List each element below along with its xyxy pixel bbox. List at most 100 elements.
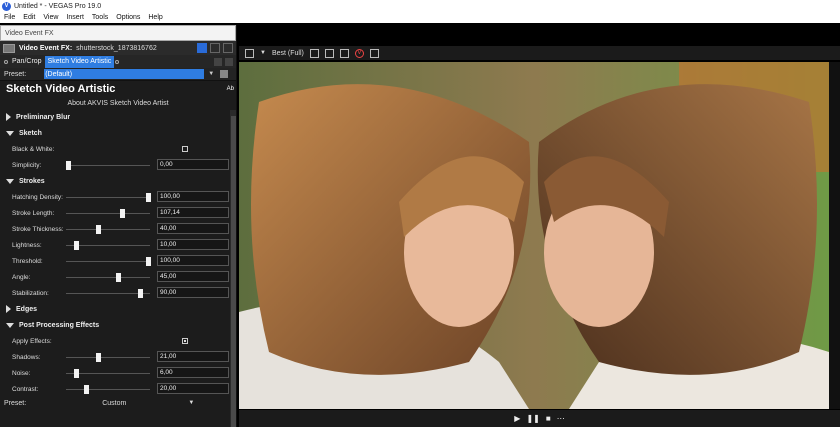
param-label: Stroke Length:: [12, 209, 55, 217]
add-fx-icon[interactable]: [214, 57, 222, 66]
video-event-fx-panel: Video Event FX Video Event FX: shutterst…: [0, 25, 237, 427]
preview-toolbar: ▼ Best (Full) V: [239, 46, 840, 60]
threshold-value-field[interactable]: 100,00: [157, 255, 229, 266]
chevron-down-icon[interactable]: ▼: [260, 50, 266, 56]
menu-options[interactable]: Options: [112, 14, 144, 21]
chain-view-icon[interactable]: [223, 43, 233, 53]
shadows-value-field[interactable]: 21,00: [157, 351, 229, 362]
bottom-preset-select[interactable]: Custom: [102, 400, 126, 407]
hatching-density-value-field[interactable]: 100,00: [157, 191, 229, 202]
more-icon[interactable]: ⋯: [557, 414, 565, 423]
bottom-preset-row: Preset: Custom ▼: [0, 397, 236, 409]
scrollbar-thumb[interactable]: [231, 116, 236, 427]
stroke-thickness-slider-thumb[interactable]: [95, 225, 101, 234]
preset-row: Preset: (Default) ▼: [0, 68, 236, 81]
angle-value-field[interactable]: 45,00: [157, 271, 229, 282]
slider-track[interactable]: [66, 389, 150, 390]
slider-track[interactable]: [66, 261, 150, 262]
slider-track[interactable]: [66, 357, 150, 358]
section-sketch[interactable]: Sketch: [0, 125, 236, 141]
noise-value-field[interactable]: 6,00: [157, 367, 229, 378]
shadows-slider-thumb[interactable]: [96, 353, 102, 362]
slider-track[interactable]: [66, 165, 150, 166]
slider-track[interactable]: [66, 229, 150, 230]
chain-item-pan-crop[interactable]: Pan/Crop: [9, 58, 45, 65]
section-strokes[interactable]: Strokes: [0, 173, 236, 189]
save-snapshot-icon[interactable]: [339, 48, 349, 58]
transport-bar: ▶ ❚❚ ■ ⋯: [239, 410, 840, 427]
remove-fx-icon[interactable]: [225, 57, 233, 66]
menu-insert[interactable]: Insert: [62, 14, 88, 21]
chain-node-icon: [115, 59, 120, 64]
menu-file[interactable]: File: [0, 14, 19, 21]
menu-view[interactable]: View: [39, 14, 62, 21]
param-lightness: Lightness: 10,00: [0, 237, 236, 253]
param-angle: Angle: 45,00: [0, 269, 236, 285]
settings-icon[interactable]: [369, 48, 379, 58]
black-white-checkbox[interactable]: [182, 146, 188, 152]
contrast-slider-thumb[interactable]: [83, 385, 89, 394]
stroke-length-value-field[interactable]: 107,14: [157, 207, 229, 218]
fx-panel-scrollbar[interactable]: [230, 110, 236, 427]
menu-tools[interactable]: Tools: [88, 14, 112, 21]
lightness-value-field[interactable]: 10,00: [157, 239, 229, 250]
chevron-down-icon[interactable]: ▼: [208, 71, 214, 77]
about-short[interactable]: Ab: [227, 86, 236, 92]
copy-snapshot-icon[interactable]: [324, 48, 334, 58]
simplicity-value-field[interactable]: 0,00: [157, 159, 229, 170]
vegas-v-icon[interactable]: V: [354, 48, 364, 58]
fx-window-title: Video Event FX: [0, 25, 236, 41]
preview-frame-image: [239, 62, 829, 409]
preset-select[interactable]: (Default): [44, 69, 205, 79]
video-preview[interactable]: [239, 62, 829, 409]
simplicity-slider-thumb[interactable]: [66, 161, 71, 170]
param-label: Hatching Density:: [12, 193, 63, 201]
stroke-length-slider-thumb[interactable]: [120, 209, 126, 218]
section-label: Edges: [16, 305, 38, 313]
menu-edit[interactable]: Edit: [19, 14, 39, 21]
pause-icon[interactable]: ❚❚: [526, 414, 539, 423]
section-edges[interactable]: Edges: [0, 301, 236, 317]
section-preliminary-blur[interactable]: Preliminary Blur: [0, 109, 236, 125]
section-post-processing[interactable]: Post Processing Effects: [0, 317, 236, 333]
title-bar: V Untitled * - VEGAS Pro 19.0: [0, 0, 840, 12]
slider-track[interactable]: [66, 213, 150, 214]
vegas-logo-icon: V: [2, 1, 11, 11]
play-icon[interactable]: ▶: [514, 414, 520, 423]
window-title: Untitled * - VEGAS Pro 19.0: [14, 2, 102, 10]
apply-effects-checkbox[interactable]: [182, 338, 188, 344]
lightness-slider-thumb[interactable]: [74, 241, 79, 250]
noise-slider-thumb[interactable]: [74, 369, 79, 378]
angle-slider-thumb[interactable]: [115, 273, 121, 282]
project-properties-icon[interactable]: [245, 48, 254, 58]
plugin-title: Sketch Video Artistic Ab: [0, 81, 236, 97]
chain-item-label: Sketch Video Artistic: [47, 58, 112, 65]
split-view-icon[interactable]: [210, 43, 220, 53]
menu-help[interactable]: Help: [144, 14, 166, 21]
about-link[interactable]: About AKVIS Sketch Video Artist: [0, 97, 236, 109]
fx-clip-name: shutterstock_1873816762: [76, 44, 157, 52]
hatching-density-slider-thumb[interactable]: [146, 193, 151, 202]
bottom-preset-label: Preset:: [4, 399, 27, 407]
stroke-thickness-value-field[interactable]: 40,00: [157, 223, 229, 234]
param-contrast: Contrast: 20,00: [0, 381, 236, 397]
slider-track[interactable]: [66, 277, 150, 278]
chain-item-sketch-video-artistic[interactable]: Sketch Video Artistic: [44, 55, 115, 68]
stop-icon[interactable]: ■: [546, 414, 551, 423]
chevron-down-icon[interactable]: ▼: [188, 400, 194, 406]
threshold-slider-thumb[interactable]: [146, 257, 151, 266]
bypass-toggle-icon[interactable]: [197, 43, 207, 53]
stabilization-slider-thumb[interactable]: [138, 289, 143, 298]
save-preset-icon[interactable]: [220, 70, 229, 78]
stabilization-value-field[interactable]: 90,00: [157, 287, 229, 298]
overlays-icon[interactable]: [309, 48, 319, 58]
slider-track[interactable]: [66, 197, 150, 198]
param-hatching-density: Hatching Density: 100,00: [0, 189, 236, 205]
param-label: Simplicity:: [12, 161, 42, 169]
section-label: Preliminary Blur: [16, 113, 71, 121]
preview-quality-select[interactable]: Best (Full): [272, 50, 304, 57]
param-black-white: Black & White:: [0, 141, 236, 157]
param-simplicity: Simplicity: 0,00: [0, 157, 236, 173]
param-label: Lightness:: [12, 241, 42, 249]
contrast-value-field[interactable]: 20,00: [157, 383, 229, 394]
